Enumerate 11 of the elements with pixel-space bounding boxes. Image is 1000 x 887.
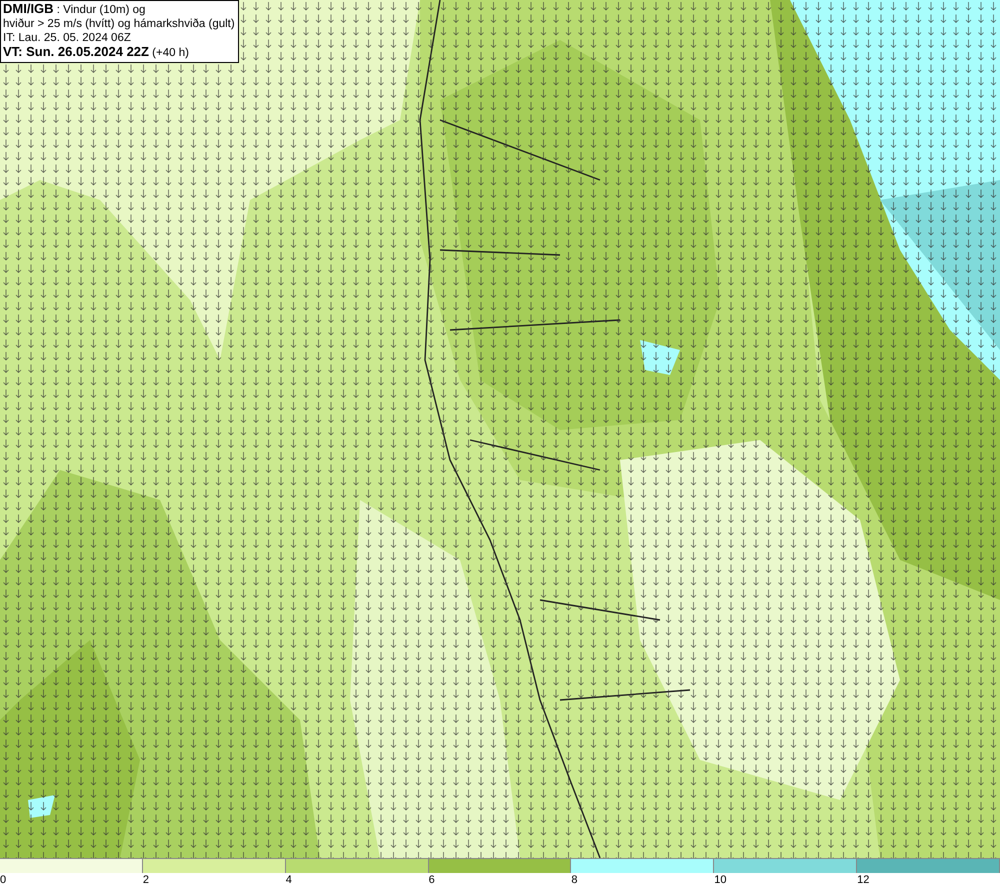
title-line: hviður > 25 m/s (hvítt) og hámarkshviða (gult) xyxy=(3,17,235,31)
legend-tick-label: 8 xyxy=(571,873,578,887)
legend-tick-label: 0 xyxy=(0,873,6,887)
title-line: VT: Sun. 26.05.2024 22Z (+40 h) xyxy=(3,45,190,60)
legend-tick-label: 4 xyxy=(286,873,292,887)
title-line: DMI/IGB : Vindur (10m) og xyxy=(3,2,146,17)
legend-tick-label: 2 xyxy=(142,873,149,887)
legend-tick-label: 12 xyxy=(857,873,870,887)
title-line: IT: Lau. 25. 05. 2024 06Z xyxy=(3,31,132,45)
legend-tick-label: 10 xyxy=(714,873,727,887)
legend-tick-label: 6 xyxy=(428,873,435,887)
